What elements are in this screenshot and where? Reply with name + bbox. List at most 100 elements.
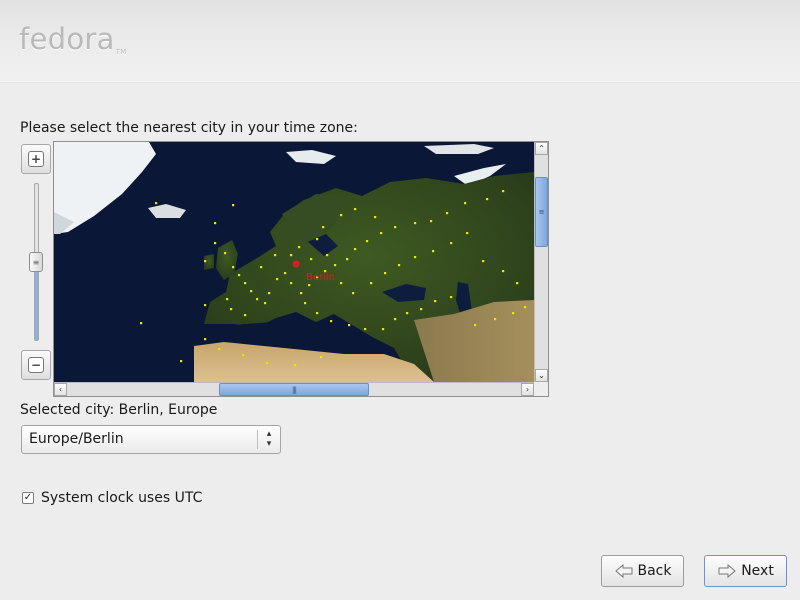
city-marker[interactable] — [340, 282, 343, 285]
city-marker[interactable] — [334, 264, 337, 267]
back-button[interactable]: Back — [601, 555, 684, 587]
city-marker[interactable] — [398, 264, 401, 267]
city-marker[interactable] — [274, 254, 277, 257]
timezone-map[interactable]: Berlin — [54, 142, 534, 382]
city-marker[interactable] — [394, 318, 397, 321]
city-marker[interactable] — [204, 338, 207, 341]
city-marker[interactable] — [420, 308, 423, 311]
city-marker[interactable] — [450, 296, 453, 299]
city-marker[interactable] — [284, 272, 287, 275]
city-marker[interactable] — [450, 242, 453, 245]
city-marker[interactable] — [406, 312, 409, 315]
city-marker[interactable] — [180, 360, 183, 363]
city-marker[interactable] — [384, 272, 387, 275]
city-marker[interactable] — [524, 306, 527, 309]
city-marker[interactable] — [224, 252, 227, 255]
map-vertical-scrollbar[interactable]: ⌃ ≡ ⌄ — [534, 142, 548, 382]
zoom-in-button[interactable]: + — [21, 144, 51, 174]
city-marker[interactable] — [204, 260, 207, 263]
city-marker[interactable] — [242, 354, 245, 357]
city-marker[interactable] — [482, 260, 485, 263]
city-marker[interactable] — [502, 190, 505, 193]
city-marker[interactable] — [310, 258, 313, 261]
city-marker[interactable] — [474, 324, 477, 327]
zoom-out-button[interactable]: − — [21, 350, 51, 380]
city-marker[interactable] — [232, 266, 235, 269]
city-marker[interactable] — [304, 302, 307, 305]
city-marker[interactable] — [244, 282, 247, 285]
city-marker[interactable] — [414, 222, 417, 225]
scroll-left-button[interactable]: ‹ — [54, 383, 67, 396]
utc-checkbox-label[interactable]: System clock uses UTC — [41, 490, 202, 506]
city-marker[interactable] — [330, 320, 333, 323]
city-marker[interactable] — [364, 328, 367, 331]
city-marker[interactable] — [502, 270, 505, 273]
city-marker[interactable] — [204, 304, 207, 307]
city-marker[interactable] — [140, 322, 143, 325]
city-marker[interactable] — [394, 226, 397, 229]
city-marker[interactable] — [230, 308, 233, 311]
city-marker[interactable] — [238, 274, 241, 277]
city-marker[interactable] — [308, 284, 311, 287]
city-marker[interactable] — [352, 292, 355, 295]
timezone-select[interactable]: Europe/Berlin ▴ ▾ — [21, 425, 281, 454]
utc-checkbox[interactable]: ✓ — [22, 492, 34, 504]
city-marker[interactable] — [320, 356, 323, 359]
next-button[interactable]: Next — [704, 555, 787, 587]
city-marker[interactable] — [316, 238, 319, 241]
city-marker[interactable] — [290, 254, 293, 257]
city-marker[interactable] — [432, 250, 435, 253]
city-marker[interactable] — [316, 312, 319, 315]
city-marker[interactable] — [250, 290, 253, 293]
scroll-down-button[interactable]: ⌄ — [535, 369, 548, 382]
selected-city-map-label: Berlin — [306, 272, 335, 283]
city-marker[interactable] — [516, 282, 519, 285]
city-marker[interactable] — [464, 202, 467, 205]
city-marker[interactable] — [446, 212, 449, 215]
city-marker[interactable] — [346, 258, 349, 261]
city-marker[interactable] — [380, 232, 383, 235]
berlin-marker[interactable] — [292, 260, 300, 268]
city-marker[interactable] — [348, 324, 351, 327]
city-marker[interactable] — [214, 222, 217, 225]
city-marker[interactable] — [322, 226, 325, 229]
city-marker[interactable] — [434, 300, 437, 303]
city-marker[interactable] — [354, 248, 357, 251]
city-marker[interactable] — [232, 204, 235, 207]
city-marker[interactable] — [326, 254, 329, 257]
city-marker[interactable] — [354, 208, 357, 211]
city-marker[interactable] — [266, 362, 269, 365]
city-marker[interactable] — [218, 348, 221, 351]
city-marker[interactable] — [370, 282, 373, 285]
city-marker[interactable] — [260, 266, 263, 269]
scroll-right-button[interactable]: › — [521, 383, 534, 396]
city-marker[interactable] — [494, 318, 497, 321]
city-marker[interactable] — [244, 314, 247, 317]
city-marker[interactable] — [268, 292, 271, 295]
city-marker[interactable] — [382, 328, 385, 331]
scroll-up-button[interactable]: ⌃ — [535, 142, 548, 155]
city-marker[interactable] — [298, 246, 301, 249]
city-marker[interactable] — [294, 364, 297, 367]
city-marker[interactable] — [466, 232, 469, 235]
utc-checkbox-row[interactable]: ✓ System clock uses UTC — [22, 490, 202, 506]
city-marker[interactable] — [290, 282, 293, 285]
city-marker[interactable] — [226, 298, 229, 301]
city-marker[interactable] — [256, 298, 259, 301]
city-marker[interactable] — [155, 202, 158, 205]
city-marker[interactable] — [276, 278, 279, 281]
zoom-slider-handle[interactable]: ≡ — [29, 252, 43, 272]
city-marker[interactable] — [340, 214, 343, 217]
city-marker[interactable] — [366, 240, 369, 243]
city-marker[interactable] — [486, 198, 489, 201]
map-horizontal-scrollbar[interactable]: ‹ ||| › — [54, 382, 534, 396]
city-marker[interactable] — [300, 292, 303, 295]
city-marker[interactable] — [214, 242, 217, 245]
city-marker[interactable] — [430, 220, 433, 223]
city-marker[interactable] — [414, 256, 417, 259]
horizontal-scroll-thumb[interactable]: ||| — [219, 383, 369, 396]
vertical-scroll-thumb[interactable]: ≡ — [535, 176, 548, 247]
city-marker[interactable] — [512, 312, 515, 315]
city-marker[interactable] — [264, 302, 267, 305]
city-marker[interactable] — [374, 216, 377, 219]
